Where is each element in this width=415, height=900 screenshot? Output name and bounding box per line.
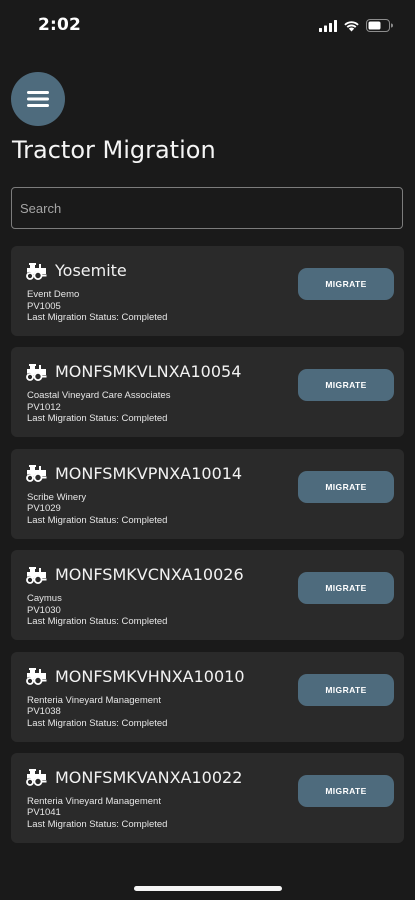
tractor-icon: [26, 566, 47, 584]
status-icons: [319, 19, 393, 32]
tractor-card: Yosemite Event Demo PV1005 Last Migratio…: [11, 246, 404, 336]
tractor-code: PV1030: [27, 604, 61, 616]
customer-name: Renteria Vineyard Management: [27, 694, 161, 706]
wifi-icon: [344, 20, 359, 31]
migration-status: Last Migration Status: Completed: [27, 717, 168, 729]
migration-status: Last Migration Status: Completed: [27, 616, 168, 628]
migration-status: Last Migration Status: Completed: [27, 312, 168, 323]
card-header: MONFSMKVPNXA10014: [26, 464, 242, 483]
tractor-card: MONFSMKVPNXA10014 Scribe Winery PV1029 L…: [11, 448, 404, 539]
migrate-button[interactable]: MIGRATE: [298, 369, 394, 402]
status-bar: 2:02: [0, 0, 415, 54]
battery-icon: [366, 19, 393, 32]
customer-name: Scribe Winery: [27, 491, 87, 503]
tractor-code: PV1029: [27, 503, 61, 515]
migrate-button[interactable]: MIGRATE: [298, 673, 394, 706]
migration-status: Last Migration Status: Completed: [27, 514, 168, 526]
card-details: Scribe Winery PV1029 Last Migration Stat…: [27, 492, 167, 527]
customer-name: Coastal Vineyard Care Associates: [27, 390, 171, 402]
tractor-name: Yosemite: [55, 261, 127, 280]
migration-status: Last Migration Status: Completed: [27, 413, 168, 425]
tractor-icon: [26, 465, 47, 483]
migrate-button[interactable]: MIGRATE: [298, 774, 394, 807]
migrate-button[interactable]: MIGRATE: [298, 572, 394, 605]
card-details: Event Demo PV1005 Last Migration Status:…: [27, 289, 167, 324]
tractor-card: MONFSMKVCNXA10026 Caymus PV1030 Last Mig…: [11, 550, 404, 641]
search-input[interactable]: [11, 187, 403, 229]
migration-status: Last Migration Status: Completed: [27, 818, 168, 830]
tractor-card: MONFSMKVANXA10022 Renteria Vineyard Mana…: [11, 752, 404, 843]
tractor-icon: [26, 363, 47, 381]
card-details: Renteria Vineyard Management PV1038 Last…: [27, 695, 167, 730]
migrate-button[interactable]: MIGRATE: [298, 268, 394, 300]
customer-name: Event Demo: [27, 289, 80, 300]
tractor-code: PV1041: [27, 807, 61, 819]
status-time: 2:02: [38, 15, 82, 35]
card-details: Renteria Vineyard Management PV1041 Last…: [27, 796, 167, 831]
migrate-button[interactable]: MIGRATE: [298, 470, 394, 503]
app-screen: 2:02 Tractor Migration Search Yosemite E…: [0, 0, 415, 900]
customer-name: Caymus: [27, 593, 62, 605]
tractor-icon: [26, 668, 47, 686]
page-title: Tractor Migration: [12, 136, 216, 164]
card-header: MONFSMKVANXA10022: [26, 768, 242, 787]
card-header: MONFSMKVCNXA10026: [26, 565, 244, 584]
signal-icon: [319, 19, 337, 32]
card-details: Coastal Vineyard Care Associates PV1012 …: [27, 390, 170, 425]
tractor-code: PV1005: [27, 300, 61, 312]
card-header: Yosemite: [26, 261, 127, 280]
tractor-name: MONFSMKVPNXA10014: [55, 463, 243, 483]
tractor-icon: [26, 769, 47, 787]
menu-button[interactable]: [11, 72, 65, 126]
card-details: Caymus PV1030 Last Migration Status: Com…: [27, 593, 167, 628]
tractor-icon: [26, 262, 47, 280]
tractor-name: MONFSMKVANXA10022: [55, 767, 243, 787]
tractor-list: Yosemite Event Demo PV1005 Last Migratio…: [11, 246, 404, 854]
tractor-card: MONFSMKVHNXA10010 Renteria Vineyard Mana…: [11, 651, 404, 742]
tractor-card: MONFSMKVLNXA10054 Coastal Vineyard Care …: [11, 347, 404, 438]
card-header: MONFSMKVHNXA10010: [26, 667, 245, 686]
tractor-code: PV1012: [27, 401, 61, 413]
card-header: MONFSMKVLNXA10054: [26, 362, 241, 381]
tractor-name: MONFSMKVCNXA10026: [55, 565, 244, 585]
customer-name: Renteria Vineyard Management: [27, 795, 161, 807]
hamburger-menu-icon: [27, 91, 49, 107]
tractor-code: PV1038: [27, 706, 61, 718]
tractor-name: MONFSMKVLNXA10054: [55, 362, 242, 382]
tractor-name: MONFSMKVHNXA10010: [55, 666, 245, 686]
home-indicator: [134, 886, 282, 891]
